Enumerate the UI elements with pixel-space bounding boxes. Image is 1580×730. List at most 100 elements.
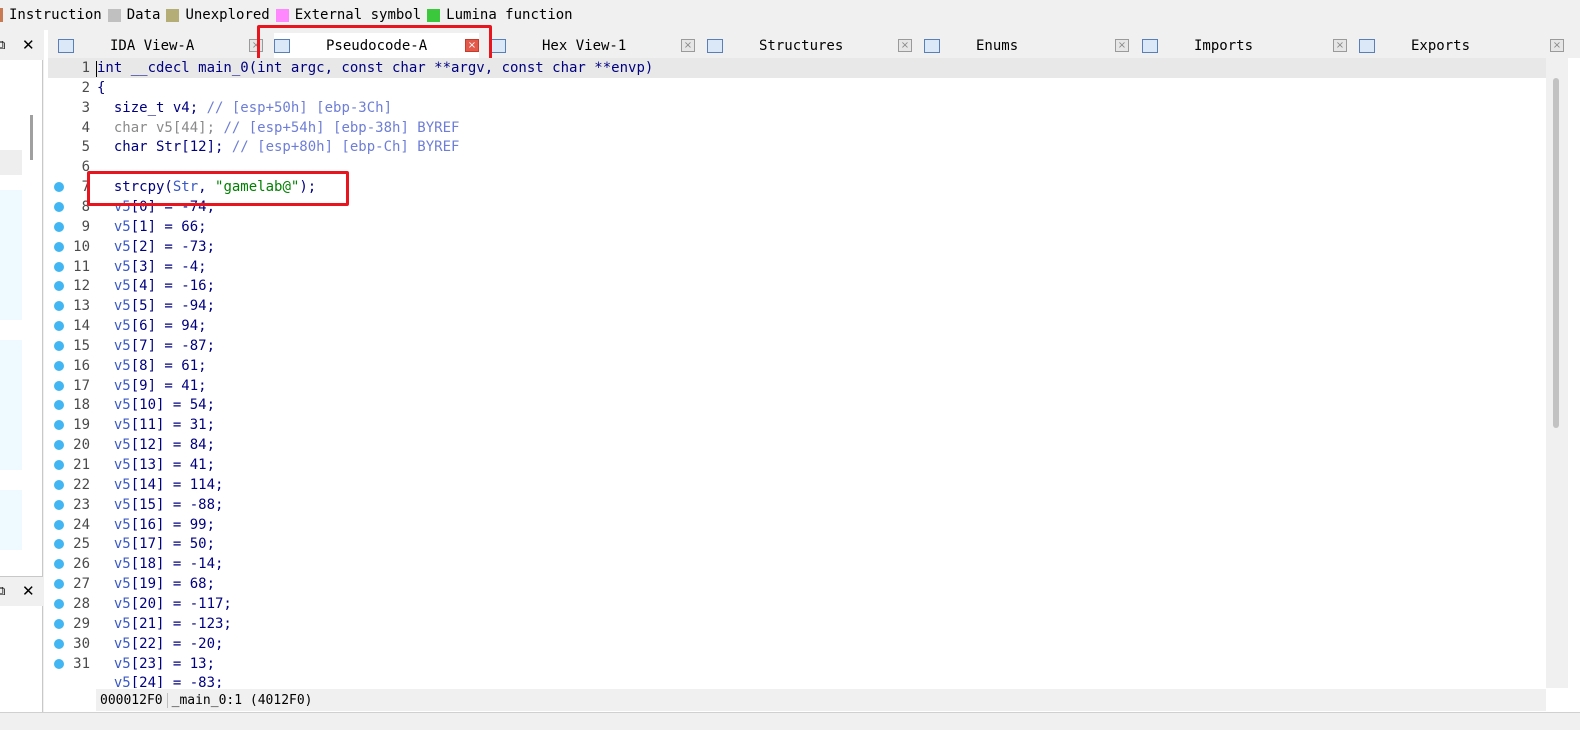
breakpoint-marker-icon[interactable] — [54, 658, 64, 669]
code-line[interactable]: 15 v5[7] = -87; — [48, 336, 1546, 356]
code-text[interactable]: v5[20] = -117; — [97, 596, 232, 612]
code-line[interactable]: 27 v5[19] = 68; — [48, 574, 1546, 594]
breakpoint-marker-icon[interactable] — [54, 598, 64, 609]
code-line[interactable]: 20 v5[12] = 84; — [48, 435, 1546, 455]
pseudocode-view[interactable]: 1 int __cdecl main_0(int argc, const char… — [48, 58, 1546, 688]
code-line[interactable]: 4 char v5[44]; // [esp+54h] [ebp-38h] BY… — [48, 118, 1546, 138]
code-line[interactable]: 21 v5[13] = 41; — [48, 455, 1546, 475]
breakpoint-marker-icon[interactable] — [54, 479, 64, 490]
tab-close-icon[interactable]: × — [898, 39, 912, 52]
code-line[interactable]: 9 v5[1] = 66; — [48, 217, 1546, 237]
close-icon[interactable]: ✕ — [22, 36, 35, 54]
code-line[interactable]: 14 v5[6] = 94; — [48, 316, 1546, 336]
restore-icon[interactable]: ⧉ — [0, 38, 10, 53]
code-line[interactable]: 18 v5[10] = 54; — [48, 395, 1546, 415]
breakpoint-marker-icon[interactable] — [54, 380, 64, 391]
code-text[interactable]: v5[10] = 54; — [97, 397, 215, 413]
code-text[interactable]: v5[11] = 31; — [97, 417, 215, 433]
code-text[interactable]: v5[9] = 41; — [97, 378, 207, 394]
scrollbar-thumb[interactable] — [1553, 78, 1559, 428]
breakpoint-marker-icon[interactable] — [54, 579, 64, 590]
code-text[interactable]: v5[4] = -16; — [97, 278, 215, 294]
tab-enums[interactable]: Enums × — [924, 33, 1129, 58]
code-text[interactable]: v5[12] = 84; — [97, 437, 215, 453]
code-text[interactable]: v5[2] = -73; — [97, 239, 215, 255]
code-text[interactable]: v5[7] = -87; — [97, 338, 215, 354]
breakpoint-marker-icon[interactable] — [54, 400, 64, 411]
code-text[interactable]: char v5[44]; // [esp+54h] [ebp-38h] BYRE… — [97, 120, 460, 136]
code-line[interactable]: 31 v5[23] = 13; — [48, 654, 1546, 674]
breakpoint-marker-icon[interactable] — [54, 618, 64, 629]
code-text[interactable]: v5[21] = -123; — [97, 616, 232, 632]
tab-ida-view-a[interactable]: IDA View-A × — [58, 33, 263, 58]
code-text[interactable]: v5[8] = 61; — [97, 358, 207, 374]
tab-exports[interactable]: Exports × — [1359, 33, 1564, 58]
code-line[interactable]: 22 v5[14] = 114; — [48, 475, 1546, 495]
code-line[interactable]: 12 v5[4] = -16; — [48, 276, 1546, 296]
code-text[interactable]: v5[15] = -88; — [97, 497, 224, 513]
breakpoint-marker-icon[interactable] — [54, 261, 64, 272]
code-text[interactable]: v5[5] = -94; — [97, 298, 215, 314]
code-text[interactable]: v5[17] = 50; — [97, 536, 215, 552]
code-text[interactable]: int __cdecl main_0(int argc, const char … — [97, 60, 653, 76]
tab-close-icon[interactable]: × — [681, 39, 695, 52]
breakpoint-marker-icon[interactable] — [54, 301, 64, 312]
code-text[interactable]: v5[19] = 68; — [97, 576, 215, 592]
code-text[interactable]: v5[14] = 114; — [97, 477, 224, 493]
breakpoint-marker-icon[interactable] — [54, 182, 64, 193]
code-text[interactable]: char Str[12]; // [esp+80h] [ebp-Ch] BYRE… — [97, 139, 460, 155]
tab-imports[interactable]: Imports × — [1142, 33, 1347, 58]
breakpoint-marker-icon[interactable] — [54, 221, 64, 232]
breakpoint-marker-icon[interactable] — [54, 340, 64, 351]
code-text[interactable]: v5[22] = -20; — [97, 636, 224, 652]
code-text[interactable]: v5[6] = 94; — [97, 318, 207, 334]
breakpoint-marker-icon[interactable] — [54, 321, 64, 332]
code-text[interactable]: v5[1] = 66; — [97, 219, 207, 235]
code-line[interactable]: 19 v5[11] = 31; — [48, 415, 1546, 435]
breakpoint-marker-icon[interactable] — [54, 638, 64, 649]
breakpoint-marker-icon[interactable] — [54, 360, 64, 371]
code-line[interactable]: 1 int __cdecl main_0(int argc, const char… — [48, 58, 1546, 78]
tab-close-icon[interactable]: × — [1115, 39, 1129, 52]
code-text[interactable]: v5[18] = -14; — [97, 556, 224, 572]
code-text[interactable]: { — [97, 80, 105, 96]
breakpoint-marker-icon[interactable] — [54, 201, 64, 212]
code-line[interactable]: 5 char Str[12]; // [esp+80h] [ebp-Ch] BY… — [48, 137, 1546, 157]
code-line[interactable]: v5[24] = -83; — [48, 673, 1546, 688]
restore-icon[interactable]: ⧉ — [0, 584, 10, 599]
code-line[interactable]: 13 v5[5] = -94; — [48, 296, 1546, 316]
vertical-scrollbar[interactable] — [1546, 58, 1568, 688]
code-line[interactable]: 16 v5[8] = 61; — [48, 356, 1546, 376]
code-line[interactable]: 3 size_t v4; // [esp+50h] [ebp-3Ch] — [48, 98, 1546, 118]
code-text[interactable]: v5[13] = 41; — [97, 457, 215, 473]
tab-hex-view-1[interactable]: Hex View-1 × — [490, 33, 695, 58]
tab-close-icon[interactable]: × — [1550, 39, 1564, 52]
code-line[interactable]: 2{ — [48, 78, 1546, 98]
tab-close-icon[interactable]: × — [1333, 39, 1347, 52]
code-line[interactable]: 11 v5[3] = -4; — [48, 257, 1546, 277]
code-line[interactable]: 25 v5[17] = 50; — [48, 534, 1546, 554]
left-panel-scrollbar[interactable] — [30, 115, 33, 160]
breakpoint-marker-icon[interactable] — [54, 420, 64, 431]
code-line[interactable]: 28 v5[20] = -117; — [48, 594, 1546, 614]
breakpoint-marker-icon[interactable] — [54, 460, 64, 470]
left-panel-graph-overview[interactable] — [0, 606, 43, 712]
code-text[interactable]: v5[16] = 99; — [97, 517, 215, 533]
breakpoint-marker-icon[interactable] — [54, 241, 64, 252]
code-line[interactable]: 23 v5[15] = -88; — [48, 495, 1546, 515]
code-text[interactable]: v5[3] = -4; — [97, 259, 207, 275]
code-text[interactable]: v5[24] = -83; — [97, 675, 224, 688]
breakpoint-marker-icon[interactable] — [54, 539, 64, 550]
code-line[interactable]: 29 v5[21] = -123; — [48, 614, 1546, 634]
close-icon[interactable]: ✕ — [22, 582, 35, 600]
breakpoint-marker-icon[interactable] — [54, 519, 64, 530]
breakpoint-marker-icon[interactable] — [54, 440, 64, 451]
left-panel-functions[interactable] — [0, 60, 43, 577]
code-line[interactable]: 26 v5[18] = -14; — [48, 554, 1546, 574]
code-text[interactable]: size_t v4; // [esp+50h] [ebp-3Ch] — [97, 100, 392, 116]
code-line[interactable]: 17 v5[9] = 41; — [48, 376, 1546, 396]
breakpoint-marker-icon[interactable] — [54, 281, 64, 292]
tab-structures[interactable]: Structures × — [707, 33, 912, 58]
code-text[interactable]: v5[23] = 13; — [97, 656, 215, 672]
code-line[interactable]: 10 v5[2] = -73; — [48, 237, 1546, 257]
